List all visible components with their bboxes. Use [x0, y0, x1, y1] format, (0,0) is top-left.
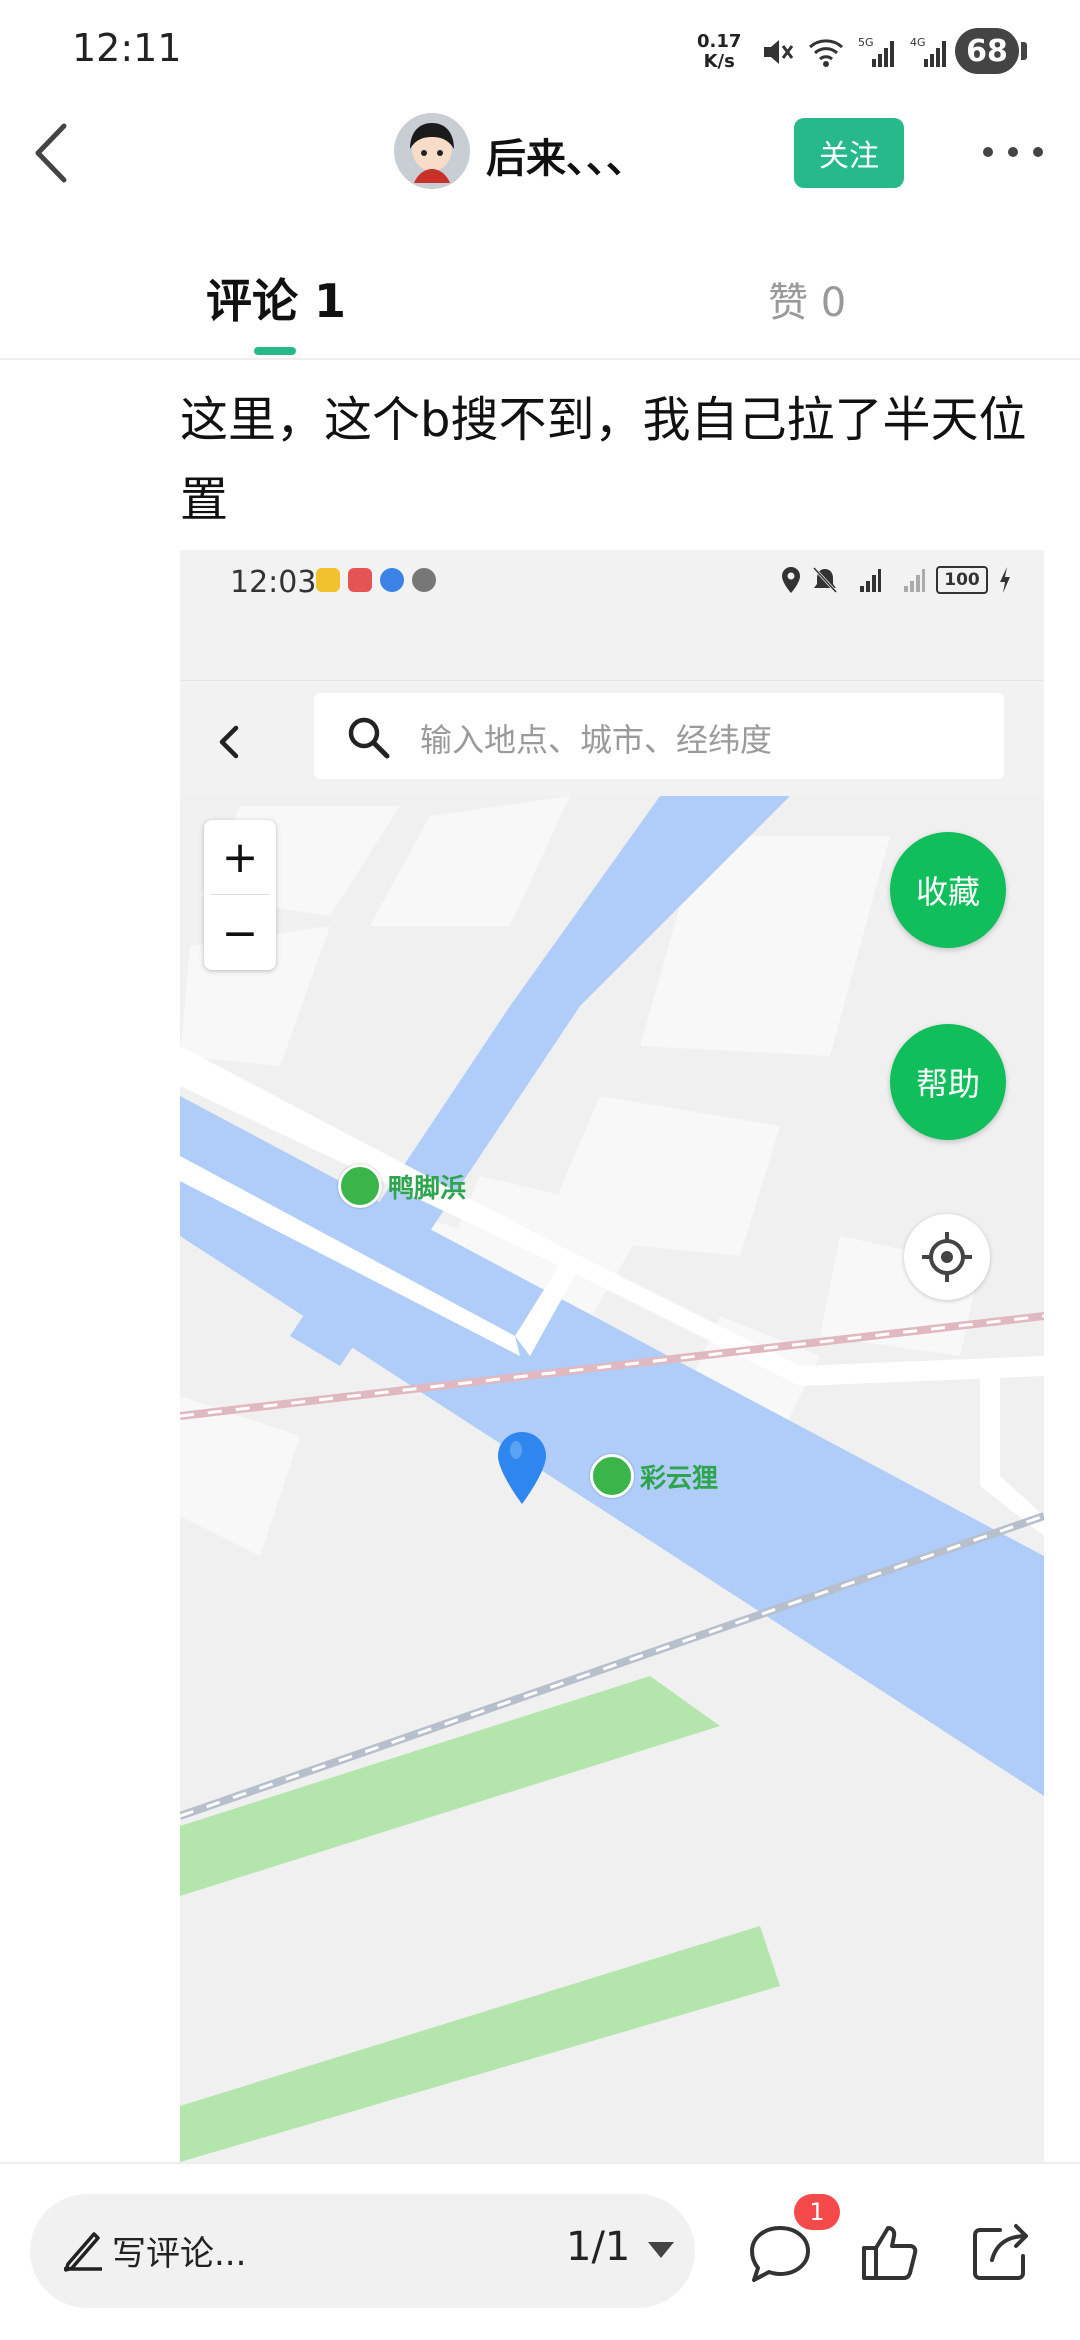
zoom-divider	[210, 894, 270, 895]
svg-text:4G: 4G	[910, 36, 926, 49]
app-notification-icon	[348, 568, 372, 592]
avatar-image	[394, 113, 470, 189]
wifi-icon	[809, 39, 843, 67]
svg-text:5G: 5G	[858, 36, 874, 49]
bottom-divider	[0, 2162, 1080, 2164]
network-speed: 0.17 K/s	[697, 32, 741, 72]
help-button[interactable]: 帮助	[890, 1024, 1006, 1140]
tab-active-indicator	[254, 347, 296, 355]
network-speed-value: 0.17	[697, 31, 742, 52]
comment-input[interactable]: 写评论... 1/1	[30, 2194, 695, 2308]
page-indicator[interactable]: 1/1	[566, 2224, 630, 2270]
charging-icon	[1000, 567, 1010, 593]
comment-count-badge: 1	[794, 2194, 840, 2230]
more-icon[interactable]	[978, 135, 1048, 169]
mute-icon	[764, 40, 794, 64]
signal-icon	[860, 569, 881, 592]
tab-comments[interactable]: 评论 1	[206, 265, 346, 331]
embedded-battery: 100	[936, 566, 988, 594]
back-icon[interactable]	[26, 118, 86, 188]
app-notification-icon	[380, 568, 404, 592]
zoom-out-button[interactable]: −	[204, 896, 276, 970]
signal-5g-icon: 5G	[858, 36, 894, 67]
zoom-in-button[interactable]: +	[204, 820, 276, 894]
follow-button[interactable]: 关注	[794, 118, 904, 188]
thumbs-up-icon[interactable]	[854, 2216, 926, 2288]
embedded-status-icons: 100	[780, 566, 1012, 594]
poi-icon	[338, 1164, 382, 1208]
pen-icon	[64, 2232, 102, 2272]
status-time: 12:11	[72, 26, 182, 70]
comment-text: 这里，这个b搜不到，我自己拉了半天位置	[180, 392, 1027, 528]
location-icon	[782, 567, 800, 593]
avatar[interactable]	[394, 113, 470, 189]
caret-down-icon[interactable]	[648, 2242, 674, 2258]
network-speed-unit: K/s	[703, 51, 735, 72]
locate-button[interactable]	[904, 1214, 990, 1300]
poi-label: 鸭脚浜	[388, 1173, 467, 1204]
embedded-search-placeholder: 输入地点、城市、经纬度	[420, 721, 773, 759]
tab-likes[interactable]: 赞 0	[768, 270, 846, 328]
search-icon	[348, 717, 390, 759]
poi-icon	[590, 1454, 634, 1498]
location-pin-icon[interactable]	[496, 1430, 548, 1506]
embedded-back-icon[interactable]	[214, 722, 244, 762]
map-poi[interactable]: 彩云狸	[590, 1454, 718, 1498]
tab-divider	[0, 358, 1080, 360]
bell-muted-icon	[812, 566, 838, 594]
signal-4g-icon: 4G	[910, 36, 946, 67]
username[interactable]: 后来、、、	[486, 126, 646, 184]
signal-empty-icon	[904, 569, 925, 592]
status-icons: 5G 4G	[760, 30, 950, 74]
share-icon[interactable]	[964, 2216, 1036, 2288]
embedded-search-input[interactable]: 输入地点、城市、经纬度	[314, 693, 1004, 779]
map-poi[interactable]: 鸭脚浜	[338, 1164, 466, 1208]
comment-placeholder: 写评论...	[112, 2234, 247, 2274]
wechat-icon	[412, 568, 436, 592]
crosshair-icon	[922, 1232, 972, 1282]
embedded-notification-icons	[316, 568, 436, 592]
comment-image[interactable]: 12:03 100 输入地点、城市、经纬度 + − 收藏 帮助 鸭脚浜 彩云狸	[180, 550, 1044, 2162]
battery-indicator: 68	[955, 28, 1027, 74]
collect-button[interactable]: 收藏	[890, 832, 1006, 948]
zoom-controls: + −	[204, 820, 276, 970]
embedded-status-time: 12:03	[230, 565, 317, 600]
app-notification-icon	[316, 568, 340, 592]
poi-label: 彩云狸	[640, 1463, 719, 1494]
